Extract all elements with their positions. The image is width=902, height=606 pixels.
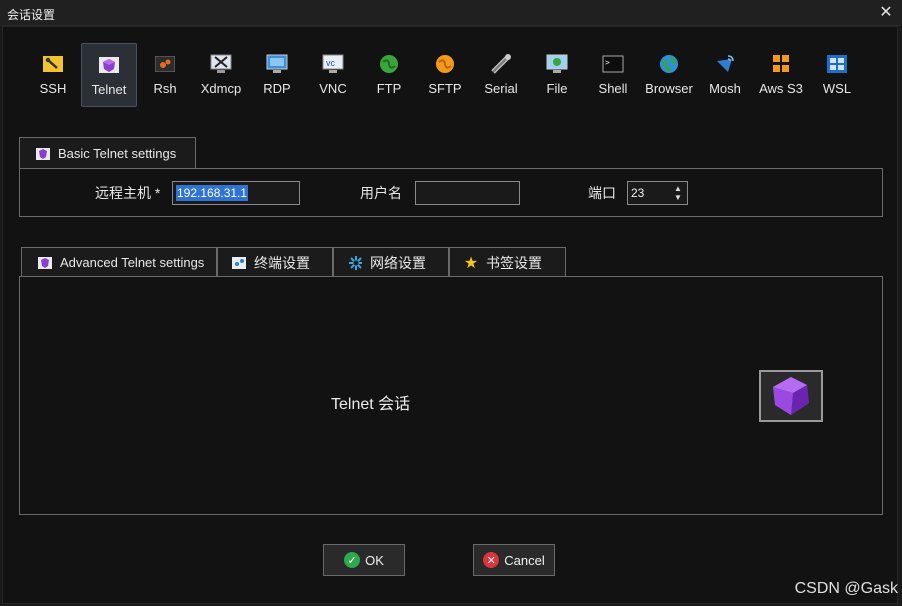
telnet-icon [36, 147, 50, 161]
protocol-aws-s3[interactable]: Aws S3 [753, 43, 809, 107]
window-title: 会话设置 [7, 8, 56, 22]
remote-host-value: 192.168.31.1 [176, 185, 249, 201]
protocol-xdmcp[interactable]: Xdmcp [193, 43, 249, 107]
svg-text:vc: vc [326, 58, 336, 68]
protocol-telnet[interactable]: Telnet [81, 43, 137, 107]
browser-icon [658, 53, 680, 75]
protocol-rsh[interactable]: Rsh [137, 43, 193, 107]
protocol-file[interactable]: File [529, 43, 585, 107]
ok-button[interactable]: ✓ OK [323, 544, 405, 576]
xdmcp-icon [210, 53, 232, 75]
spin-arrows-icon[interactable]: ▲ ▼ [669, 182, 687, 204]
rdp-icon [266, 53, 288, 75]
cancel-button[interactable]: ✕ Cancel [473, 544, 555, 576]
telnet-gem-icon [759, 370, 823, 422]
remote-host-input[interactable]: 192.168.31.1 [172, 181, 300, 205]
shell-icon: > [602, 53, 624, 75]
protocol-browser[interactable]: Browser [641, 43, 697, 107]
protocol-sftp[interactable]: SFTP [417, 43, 473, 107]
username-label: 用户名 [360, 185, 402, 201]
star-icon: ★ [463, 254, 479, 272]
telnet-icon [38, 256, 52, 270]
aws-s3-icon [770, 53, 792, 75]
protocol-shell[interactable]: > Shell [585, 43, 641, 107]
remote-host-label: 远程主机 * [95, 185, 161, 201]
ftp-icon [378, 53, 400, 75]
username-input[interactable] [415, 181, 520, 205]
watermark: CSDN @Gask [794, 580, 898, 597]
wrench-icon [42, 53, 64, 75]
tab-basic-telnet-settings[interactable]: Basic Telnet settings [19, 137, 196, 169]
protocol-ssh[interactable]: SSH [25, 43, 81, 107]
cancel-icon: ✕ [483, 552, 500, 568]
session-description: Telnet 会话 [331, 396, 411, 413]
tab-network-settings[interactable]: 网络设置 [333, 247, 449, 277]
port-label: 端口 [588, 185, 616, 201]
tab-bookmark-settings[interactable]: ★ 书签设置 [449, 247, 566, 277]
port-value: 23 [631, 186, 645, 200]
check-icon: ✓ [344, 552, 361, 568]
protocol-rdp[interactable]: RDP [249, 43, 305, 107]
protocol-vnc[interactable]: vc VNC [305, 43, 361, 107]
telnet-icon [98, 54, 120, 76]
protocol-mosh[interactable]: Mosh [697, 43, 753, 107]
terminal-settings-icon [232, 256, 246, 270]
protocol-serial[interactable]: Serial [473, 43, 529, 107]
port-stepper[interactable]: 23 ▲ ▼ [627, 181, 688, 205]
serial-icon [490, 53, 512, 75]
file-icon [546, 53, 568, 75]
protocol-wsl[interactable]: WSL [809, 43, 865, 107]
protocol-ftp[interactable]: FTP [361, 43, 417, 107]
rsh-icon [154, 53, 176, 75]
wsl-icon [826, 53, 848, 75]
network-icon [348, 255, 362, 270]
tab-advanced-telnet-settings[interactable]: Advanced Telnet settings [21, 247, 217, 277]
sftp-icon [434, 53, 456, 75]
svg-text:>: > [605, 58, 610, 67]
session-settings-dialog: SSH Telnet Rsh Xdmcp RDP vc VNC FTP SFTP… [2, 26, 898, 604]
protocol-toolbar: SSH Telnet Rsh Xdmcp RDP vc VNC FTP SFTP… [25, 43, 865, 107]
tab-terminal-settings[interactable]: 终端设置 [217, 247, 333, 277]
close-icon[interactable]: ✕ [870, 0, 902, 26]
vnc-icon: vc [322, 53, 344, 75]
title-bar: 会话设置 ✕ [0, 0, 902, 26]
basic-settings-panel: 远程主机 * 192.168.31.1 用户名 端口 23 ▲ ▼ [19, 168, 883, 217]
mosh-icon [714, 53, 736, 75]
advanced-settings-panel: Telnet 会话 [19, 276, 883, 515]
